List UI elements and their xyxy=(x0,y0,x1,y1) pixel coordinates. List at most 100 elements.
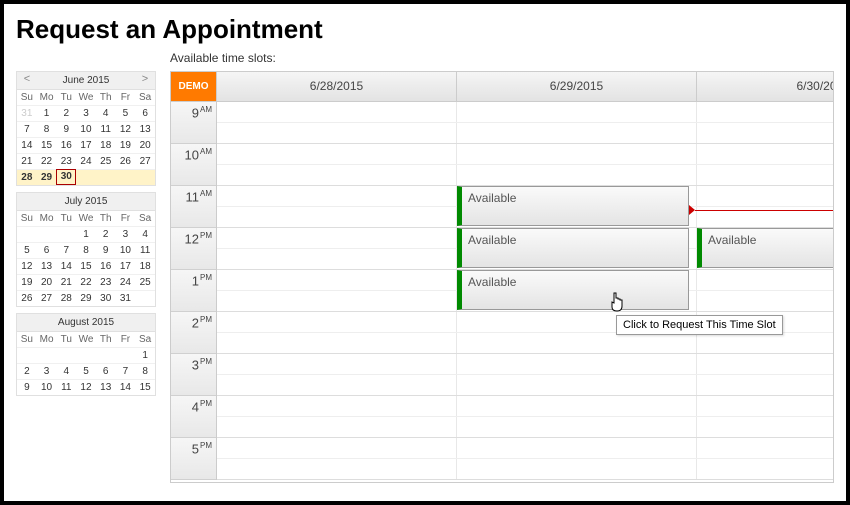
available-slot[interactable]: Available xyxy=(457,270,689,310)
mini-calendar-day[interactable]: 13 xyxy=(135,121,155,137)
time-slot[interactable] xyxy=(697,459,834,479)
mini-calendar-day[interactable]: 31 xyxy=(17,105,37,121)
time-slot[interactable] xyxy=(217,228,457,248)
mini-calendar-day[interactable]: 4 xyxy=(56,363,76,379)
mini-calendar-day[interactable]: 9 xyxy=(96,242,116,258)
grid-row[interactable] xyxy=(217,396,834,417)
time-slot[interactable] xyxy=(217,291,457,311)
time-slot[interactable] xyxy=(457,144,697,164)
mini-calendar-day[interactable]: 7 xyxy=(17,121,37,137)
mini-calendar-day[interactable]: 28 xyxy=(56,290,76,306)
mini-calendar-day[interactable]: 12 xyxy=(116,121,136,137)
mini-calendar-day[interactable]: 7 xyxy=(56,242,76,258)
time-slot[interactable] xyxy=(217,249,457,269)
time-slot[interactable] xyxy=(217,333,457,353)
time-slot[interactable] xyxy=(697,123,834,143)
mini-calendar-day[interactable]: 5 xyxy=(17,242,37,258)
mini-calendar-day[interactable]: 22 xyxy=(76,274,96,290)
time-slot[interactable] xyxy=(217,438,457,458)
time-slot[interactable] xyxy=(217,312,457,332)
mini-calendar-day[interactable]: 1 xyxy=(37,105,57,121)
grid-row[interactable] xyxy=(217,438,834,459)
mini-calendar-day[interactable]: 25 xyxy=(96,153,116,169)
time-slot[interactable] xyxy=(457,438,697,458)
time-slot[interactable] xyxy=(457,333,697,353)
time-slot[interactable] xyxy=(217,417,457,437)
mini-calendar-day[interactable]: 1 xyxy=(76,226,96,242)
mini-calendar-day[interactable]: 2 xyxy=(96,226,116,242)
mini-calendar-day[interactable]: 25 xyxy=(135,274,155,290)
grid-row[interactable] xyxy=(217,417,834,438)
mini-calendar-day[interactable]: 2 xyxy=(56,105,76,121)
grid-row[interactable] xyxy=(217,333,834,354)
time-slot[interactable] xyxy=(697,102,834,122)
time-slot[interactable] xyxy=(697,186,834,206)
mini-calendar-day[interactable]: 8 xyxy=(76,242,96,258)
mini-calendar-day[interactable]: 26 xyxy=(116,153,136,169)
mini-calendar-day[interactable]: 15 xyxy=(76,258,96,274)
time-slot[interactable] xyxy=(457,375,697,395)
mini-calendar-day[interactable]: 14 xyxy=(116,379,136,395)
mini-calendar-day[interactable]: 11 xyxy=(96,121,116,137)
mini-calendar-day[interactable]: 15 xyxy=(135,379,155,395)
mini-calendar-day[interactable]: 11 xyxy=(135,242,155,258)
mini-calendar-day[interactable]: 1 xyxy=(135,347,155,363)
mini-calendar-day[interactable]: 3 xyxy=(76,105,96,121)
mini-calendar-day[interactable]: 18 xyxy=(135,258,155,274)
time-slot[interactable] xyxy=(697,291,834,311)
time-slot[interactable] xyxy=(217,354,457,374)
mini-calendar-day[interactable]: 3 xyxy=(37,363,57,379)
mini-calendar-day[interactable]: 7 xyxy=(116,363,136,379)
time-slot[interactable] xyxy=(217,396,457,416)
schedule-grid[interactable]: AvailableAvailableAvailableAvailable Cli… xyxy=(217,102,834,480)
mini-calendar-day[interactable]: 5 xyxy=(76,363,96,379)
mini-calendar-day[interactable]: 12 xyxy=(17,258,37,274)
mini-calendar-day[interactable]: 31 xyxy=(116,290,136,306)
mini-calendar-day[interactable]: 4 xyxy=(96,105,116,121)
time-slot[interactable] xyxy=(697,144,834,164)
time-slot[interactable] xyxy=(697,438,834,458)
mini-calendar-day[interactable]: 22 xyxy=(37,153,57,169)
mini-calendar-day[interactable]: 9 xyxy=(56,121,76,137)
time-slot[interactable] xyxy=(217,459,457,479)
time-slot[interactable] xyxy=(217,270,457,290)
mini-calendar-day[interactable]: 24 xyxy=(76,153,96,169)
mini-calendar-day[interactable]: 30 xyxy=(96,290,116,306)
time-slot[interactable] xyxy=(457,417,697,437)
mini-calendar-day[interactable]: 27 xyxy=(37,290,57,306)
time-slot[interactable] xyxy=(697,375,834,395)
mini-calendar-day[interactable]: 6 xyxy=(135,105,155,121)
time-slot[interactable] xyxy=(457,459,697,479)
mini-calendar-day[interactable]: 3 xyxy=(116,226,136,242)
mini-calendar-day[interactable]: 21 xyxy=(56,274,76,290)
grid-row[interactable] xyxy=(217,144,834,165)
mini-calendar-day[interactable]: 10 xyxy=(116,242,136,258)
time-slot[interactable] xyxy=(217,144,457,164)
mini-calendar-day[interactable]: 16 xyxy=(56,137,76,153)
mini-calendar-day[interactable]: 23 xyxy=(56,153,76,169)
mini-calendar-day[interactable]: 10 xyxy=(76,121,96,137)
mini-calendar-day[interactable]: 28 xyxy=(17,169,37,185)
grid-row[interactable] xyxy=(217,354,834,375)
mini-calendar-day[interactable]: 27 xyxy=(135,153,155,169)
grid-row[interactable] xyxy=(217,123,834,144)
grid-row[interactable] xyxy=(217,165,834,186)
grid-row[interactable] xyxy=(217,102,834,123)
mini-calendar-day[interactable]: 19 xyxy=(17,274,37,290)
mini-calendar-day[interactable]: 20 xyxy=(135,137,155,153)
time-slot[interactable] xyxy=(217,102,457,122)
mini-calendar-day[interactable]: 8 xyxy=(135,363,155,379)
mini-calendar-day[interactable]: 2 xyxy=(17,363,37,379)
mini-calendar-day[interactable]: 30 xyxy=(56,169,76,185)
available-slot[interactable]: Available xyxy=(457,228,689,268)
mini-calendar-day[interactable]: 20 xyxy=(37,274,57,290)
mini-calendar-day[interactable]: 16 xyxy=(96,258,116,274)
time-slot[interactable] xyxy=(217,165,457,185)
mini-calendar-day[interactable]: 9 xyxy=(17,379,37,395)
mini-calendar-day[interactable]: 17 xyxy=(76,137,96,153)
mini-calendar-day[interactable]: 15 xyxy=(37,137,57,153)
mini-calendar-day[interactable]: 11 xyxy=(56,379,76,395)
mini-calendar-day[interactable]: 14 xyxy=(56,258,76,274)
time-slot[interactable] xyxy=(697,354,834,374)
grid-row[interactable] xyxy=(217,375,834,396)
